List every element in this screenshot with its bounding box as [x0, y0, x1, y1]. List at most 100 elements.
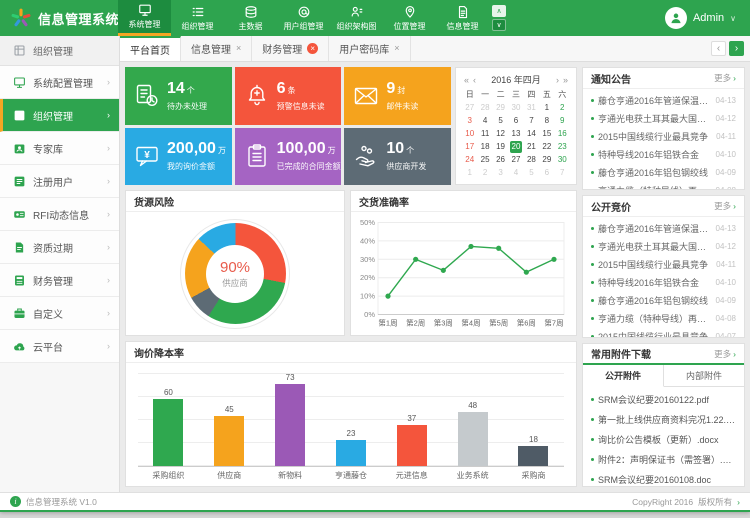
stat-card-4[interactable]: ¥200,00万我的询价金额	[125, 128, 232, 186]
calendar-day[interactable]: 6	[510, 115, 522, 127]
calendar-day[interactable]: 18	[479, 141, 491, 153]
alert-close-icon[interactable]: ×	[307, 43, 318, 54]
stat-card-6[interactable]: 10个供应商开发	[344, 128, 451, 186]
sidebar-item-5[interactable]: RFI动态信息›	[0, 198, 119, 231]
calendar-day[interactable]: 27	[510, 154, 522, 166]
attachments-more-link[interactable]: 更多 ›	[714, 348, 736, 360]
calendar-day[interactable]: 30	[510, 102, 522, 114]
list-item[interactable]: 2015中国线缆行业最具竞争04-07	[583, 327, 744, 337]
calendar-day[interactable]: 4	[510, 167, 522, 179]
calendar-day[interactable]: 14	[525, 128, 537, 140]
list-item[interactable]: 特种导线2016年铝铁合金04-10	[583, 273, 744, 291]
tab-4[interactable]: 用户密码库×	[329, 36, 410, 61]
tab-3[interactable]: 财务管理×	[252, 36, 329, 61]
attachment-item[interactable]: SRM会议纪要20160122.pdf	[583, 389, 744, 409]
tab-scroll-left-button[interactable]: ‹	[711, 41, 726, 56]
stat-card-3[interactable]: 9封邮件未读	[344, 67, 451, 125]
calendar-day[interactable]: 26	[495, 154, 507, 166]
calendar-day[interactable]: 2	[479, 167, 491, 179]
nav-item-2[interactable]: 组织管理	[171, 0, 224, 36]
calendar-fast-prev-button[interactable]: «	[462, 75, 471, 85]
calendar-day[interactable]: 3	[495, 167, 507, 179]
calendar-day[interactable]: 1	[464, 167, 476, 179]
calendar-day[interactable]: 31	[525, 102, 537, 114]
notices-more-link[interactable]: 更多 ›	[714, 72, 736, 84]
calendar-day[interactable]: 11	[479, 128, 491, 140]
calendar-day[interactable]: 1	[541, 102, 553, 114]
list-item[interactable]: 藤仓亨通2016年铝包钢绞线04-09	[583, 163, 744, 181]
sidebar-item-1[interactable]: 系统配置管理›	[0, 66, 119, 99]
calendar-day[interactable]: 12	[495, 128, 507, 140]
calendar-day[interactable]: 10	[464, 128, 476, 140]
calendar-day[interactable]: 16	[556, 128, 568, 140]
list-item[interactable]: 特种导线2016年铝铁合金04-10	[583, 145, 744, 163]
calendar-day[interactable]: 22	[541, 141, 553, 153]
nav-item-5[interactable]: 组织架构图	[330, 0, 383, 36]
calendar-day[interactable]: 8	[541, 115, 553, 127]
tab-2[interactable]: 信息管理×	[181, 36, 252, 61]
sidebar-item-9[interactable]: 云平台›	[0, 330, 119, 363]
attachment-item[interactable]: SRM会议纪要20160108.doc	[583, 469, 744, 486]
user-menu[interactable]: Admin ∨	[665, 0, 750, 36]
nav-item-6[interactable]: 位置管理	[383, 0, 436, 36]
calendar-day[interactable]: 2	[556, 102, 568, 114]
sidebar-item-7[interactable]: 财务管理›	[0, 264, 119, 297]
list-item[interactable]: 亨通力缆（特种导线）再次中04-08	[583, 181, 744, 189]
list-item[interactable]: 2015中国线缆行业最具竞争04-11	[583, 255, 744, 273]
bidding-more-link[interactable]: 更多 ›	[714, 200, 736, 212]
calendar-day[interactable]: 29	[541, 154, 553, 166]
tab-1[interactable]: 平台首页	[120, 36, 181, 61]
list-item[interactable]: 藤仓亨通2016年管道保温棉询04-13	[583, 219, 744, 237]
sidebar-item-2[interactable]: 组织管理›	[0, 99, 119, 132]
calendar-day[interactable]: 13	[510, 128, 522, 140]
calendar-next-button[interactable]: ›	[554, 75, 561, 85]
calendar-day[interactable]: 5	[495, 115, 507, 127]
calendar-fast-next-button[interactable]: »	[561, 75, 570, 85]
sidebar-item-3[interactable]: 专家库›	[0, 132, 119, 165]
calendar-prev-button[interactable]: ‹	[471, 75, 478, 85]
calendar-day[interactable]: 9	[556, 115, 568, 127]
calendar-day[interactable]: 17	[464, 141, 476, 153]
calendar-day[interactable]: 5	[525, 167, 537, 179]
calendar-day[interactable]: 21	[525, 141, 537, 153]
calendar-day[interactable]: 20	[510, 141, 522, 153]
close-icon[interactable]: ×	[394, 44, 399, 53]
calendar-day[interactable]: 29	[495, 102, 507, 114]
sidebar-item-4[interactable]: 注册用户›	[0, 165, 119, 198]
calendar-day[interactable]: 28	[525, 154, 537, 166]
attachment-item[interactable]: 附件2：声明保证书（需签署）.doc	[583, 449, 744, 469]
sidebar-item-8[interactable]: 自定义›	[0, 297, 119, 330]
list-item[interactable]: 2015中国线缆行业最具竞争04-11	[583, 127, 744, 145]
calendar-day[interactable]: 28	[479, 102, 491, 114]
nav-item-4[interactable]: 用户组管理	[277, 0, 330, 36]
tab-scroll-right-button[interactable]: ›	[729, 41, 744, 56]
calendar-day[interactable]: 24	[464, 154, 476, 166]
list-item[interactable]: 亨通光电获土耳其最大国网运04-12	[583, 237, 744, 255]
nav-scroll-up-button[interactable]: ∧	[492, 5, 506, 17]
stat-card-1[interactable]: 14个待办未处理	[125, 67, 232, 125]
calendar-day[interactable]: 4	[479, 115, 491, 127]
nav-item-7[interactable]: 信息管理	[436, 0, 489, 36]
calendar-day[interactable]: 27	[464, 102, 476, 114]
calendar-day[interactable]: 30	[556, 154, 568, 166]
list-item[interactable]: 藤仓亨通2016年铝包钢绞线04-09	[583, 291, 744, 309]
sidebar-item-6[interactable]: 资质过期›	[0, 231, 119, 264]
calendar-day[interactable]: 7	[525, 115, 537, 127]
list-item[interactable]: 亨通力缆（特种导线）再次中04-08	[583, 309, 744, 327]
nav-item-3[interactable]: 主数据	[224, 0, 277, 36]
attachment-item[interactable]: 第一批上线供应商资料完况1.22.xlsx	[583, 409, 744, 429]
close-icon[interactable]: ×	[236, 44, 241, 53]
calendar-day[interactable]: 23	[556, 141, 568, 153]
calendar-day[interactable]: 25	[479, 154, 491, 166]
nav-item-1[interactable]: 系统管理	[118, 0, 171, 36]
stat-card-2[interactable]: 6条预警信息未读	[235, 67, 342, 125]
calendar-day[interactable]: 3	[464, 115, 476, 127]
stat-card-5[interactable]: 100,00万已完成的合同金额	[235, 128, 342, 186]
attachment-item[interactable]: 询比价公告模板（更新）.docx	[583, 429, 744, 449]
calendar-day[interactable]: 6	[541, 167, 553, 179]
list-item[interactable]: 亨通光电获土耳其最大国网运04-12	[583, 109, 744, 127]
list-item[interactable]: 藤仓亨通2016年管道保温棉询04-13	[583, 91, 744, 109]
nav-scroll-down-button[interactable]: ∨	[492, 19, 506, 31]
calendar-day[interactable]: 7	[556, 167, 568, 179]
attachment-tab-1[interactable]: 公开附件	[583, 365, 664, 387]
